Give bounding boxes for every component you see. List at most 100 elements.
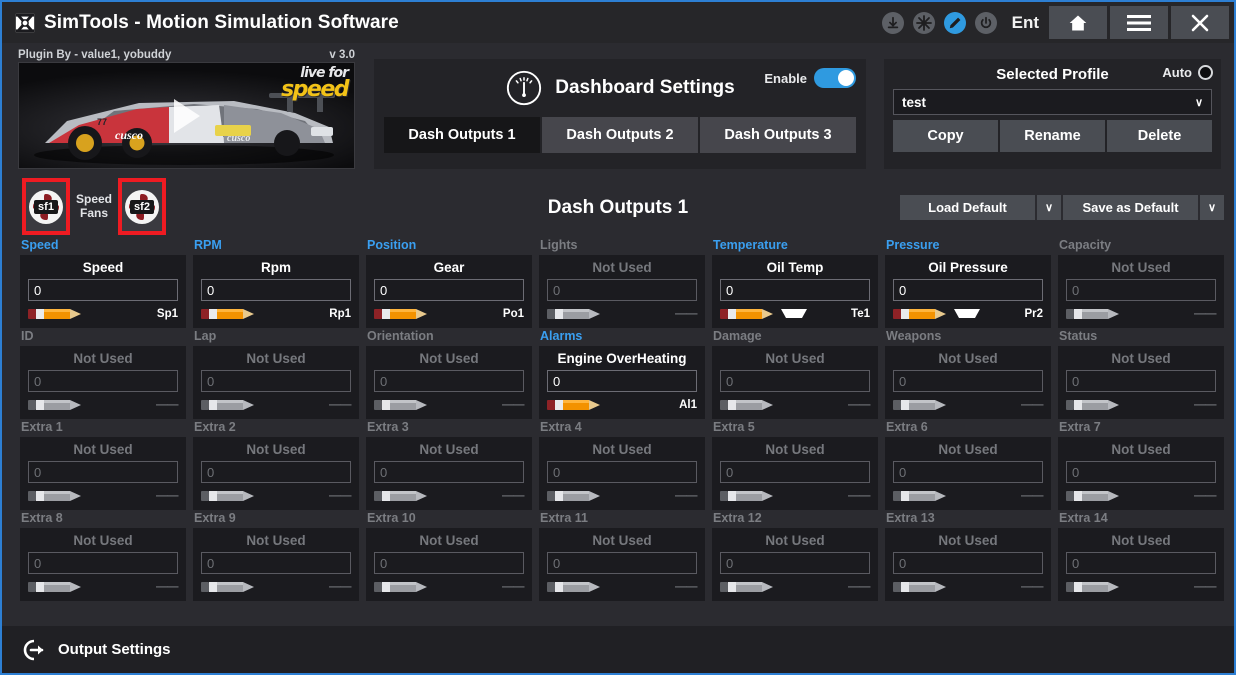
output-value-input[interactable]: 0 [720, 370, 870, 392]
output-id-label: —— [329, 581, 351, 593]
output-name: Not Used [1066, 351, 1216, 366]
home-button[interactable] [1049, 6, 1107, 39]
output-value-input[interactable]: 0 [893, 370, 1043, 392]
output-group-label: Alarms [539, 329, 705, 343]
output-value-input[interactable]: 0 [201, 279, 351, 301]
close-button[interactable] [1171, 6, 1229, 39]
profile-title: Selected Profile [996, 66, 1109, 83]
hamburger-menu-icon [1127, 14, 1151, 32]
rename-profile-button[interactable]: Rename [1000, 120, 1105, 152]
output-value-input[interactable]: 0 [547, 552, 697, 574]
delete-profile-button[interactable]: Delete [1107, 120, 1212, 152]
plugin-preview-image[interactable]: 77 cusco cusco live for speed [18, 62, 355, 169]
auto-radio[interactable] [1198, 65, 1213, 80]
pencil-icon [374, 581, 428, 593]
download-icon[interactable] [882, 12, 904, 34]
output-value-input[interactable]: 0 [1066, 370, 1216, 392]
profile-dropdown[interactable]: test ∨ [893, 89, 1212, 115]
output-value-input[interactable]: 0 [547, 461, 697, 483]
output-value-input[interactable]: 0 [547, 279, 697, 301]
pencil-icon [720, 399, 774, 411]
output-value-input[interactable]: 0 [28, 461, 178, 483]
output-cell-body: Rpm 0 Rp1 [193, 255, 359, 328]
output-name: Not Used [547, 260, 697, 275]
output-value-input[interactable]: 0 [893, 461, 1043, 483]
output-id-label: —— [502, 399, 524, 411]
output-value-input[interactable]: 0 [28, 279, 178, 301]
pencil-icon [201, 490, 255, 502]
simtools-hourglass-icon [14, 12, 36, 34]
output-value-input[interactable]: 0 [201, 370, 351, 392]
output-value-input[interactable]: 0 [1066, 461, 1216, 483]
output-value-input[interactable]: 0 [201, 552, 351, 574]
output-group-label: Extra 7 [1058, 420, 1224, 434]
output-group-label: Lights [539, 238, 705, 252]
output-value-input[interactable]: 0 [201, 461, 351, 483]
output-value-input[interactable]: 0 [28, 370, 178, 392]
output-cell-body: Not Used 0 —— [539, 437, 705, 510]
output-name: Not Used [374, 533, 524, 548]
output-value-input[interactable]: 0 [893, 279, 1043, 301]
tab-dash-outputs-3[interactable]: Dash Outputs 3 [700, 117, 856, 153]
menu-button[interactable] [1110, 6, 1168, 39]
output-cell: Extra 7 Not Used 0 —— [1058, 420, 1224, 510]
output-group-label: Pressure [885, 238, 1051, 252]
output-value-input[interactable]: 0 [1066, 279, 1216, 301]
output-group-label: Speed [20, 238, 186, 252]
output-value-input[interactable]: 0 [720, 461, 870, 483]
pencil-icon [547, 308, 601, 320]
pencil-edit-icon[interactable] [944, 12, 966, 34]
page-title: Dash Outputs 1 [2, 197, 1234, 219]
output-name: Not Used [201, 351, 351, 366]
output-value-input[interactable]: 0 [720, 552, 870, 574]
copy-profile-button[interactable]: Copy [893, 120, 998, 152]
output-cell: Lights Not Used 0 —— [539, 238, 705, 328]
enable-toggle[interactable] [814, 68, 856, 88]
output-settings-label[interactable]: Output Settings [58, 641, 171, 658]
output-cell: Weapons Not Used 0 —— [885, 329, 1051, 419]
output-cell: Extra 13 Not Used 0 —— [885, 511, 1051, 601]
power-icon[interactable] [975, 12, 997, 34]
pencil-icon [201, 399, 255, 411]
plugin-header: Plugin By - value1, yobuddy v 3.0 [18, 49, 355, 61]
output-value-input[interactable]: 0 [1066, 552, 1216, 574]
plugin-author: Plugin By - value1, yobuddy [18, 49, 171, 61]
output-id-label: —— [675, 581, 697, 593]
output-cell: Extra 9 Not Used 0 —— [193, 511, 359, 601]
output-name: Rpm [201, 260, 351, 275]
output-id-label: —— [1021, 581, 1043, 593]
burst-gear-icon[interactable] [913, 12, 935, 34]
tab-dash-outputs-2[interactable]: Dash Outputs 2 [542, 117, 698, 153]
output-name: Not Used [547, 442, 697, 457]
output-value-input[interactable]: 0 [374, 461, 524, 483]
tab-dash-outputs-1[interactable]: Dash Outputs 1 [384, 117, 540, 153]
output-cell-footer: —— [893, 579, 1043, 594]
output-cell: Temperature Oil Temp 0 Te1 [712, 238, 878, 328]
output-cell-footer: —— [893, 488, 1043, 503]
close-icon [1190, 13, 1210, 33]
output-cell-footer: —— [28, 488, 178, 503]
output-group-label: Extra 11 [539, 511, 705, 525]
svg-text:77: 77 [97, 117, 107, 127]
output-value-input[interactable]: 0 [374, 370, 524, 392]
auto-control: Auto [1162, 65, 1213, 80]
output-value-input[interactable]: 0 [374, 552, 524, 574]
output-name: Not Used [374, 442, 524, 457]
output-cell-body: Not Used 0 —— [539, 255, 705, 328]
output-group-label: Weapons [885, 329, 1051, 343]
output-group-label: Extra 12 [712, 511, 878, 525]
output-cell-footer: —— [374, 488, 524, 503]
output-value-input[interactable]: 0 [893, 552, 1043, 574]
output-name: Not Used [374, 351, 524, 366]
output-name: Not Used [28, 442, 178, 457]
output-cell-footer: Sp1 [28, 306, 178, 321]
output-value-input[interactable]: 0 [720, 279, 870, 301]
output-value-input[interactable]: 0 [547, 370, 697, 392]
profile-buttons: Copy Rename Delete [893, 120, 1212, 152]
dashboard-settings-panel: Dashboard Settings Enable Dash Outputs 1… [374, 59, 866, 169]
pencil-icon [1066, 399, 1120, 411]
output-value-input[interactable]: 0 [28, 552, 178, 574]
output-value-input[interactable]: 0 [374, 279, 524, 301]
output-id-label: —— [1194, 581, 1216, 593]
output-cell-footer: —— [547, 488, 697, 503]
